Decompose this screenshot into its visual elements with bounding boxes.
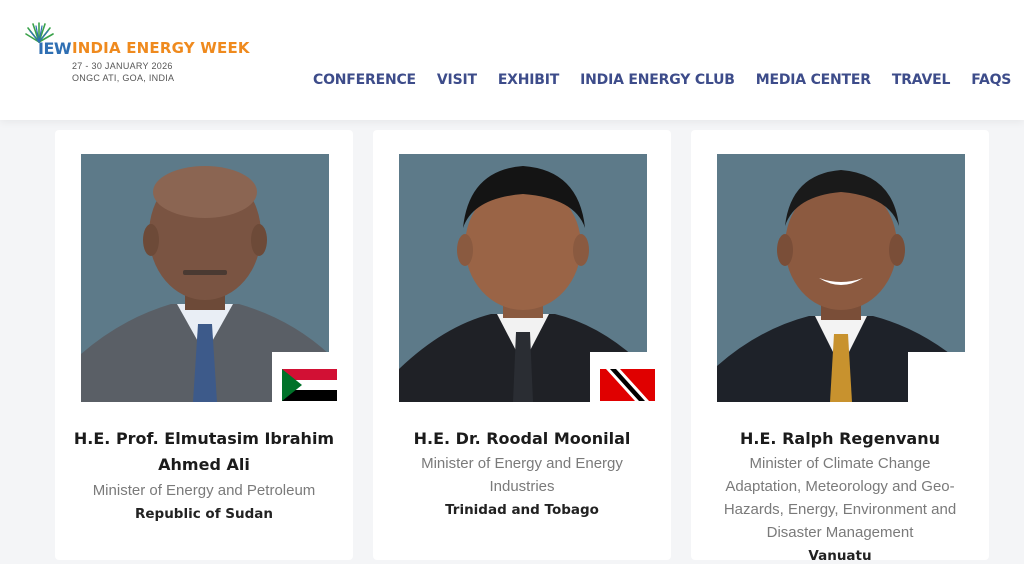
speaker-name: H.E. Ralph Regenvanu: [701, 426, 979, 452]
speaker-card[interactable]: H.E. Dr. Roodal Moonilal Minister of Ene…: [373, 130, 671, 560]
speaker-card[interactable]: H.E. Ralph Regenvanu Minister of Climate…: [691, 130, 989, 564]
speaker-card[interactable]: H.E. Prof. Elmutasim Ibrahim Ahmed Ali M…: [55, 130, 353, 560]
speaker-role: Minister of Energy and Petroleum: [92, 482, 316, 499]
main-nav: CONFERENCE VISIT EXHIBIT INDIA ENERGY CL…: [313, 72, 1011, 88]
nav-faqs[interactable]: FAQS: [971, 72, 1011, 88]
nav-media-center[interactable]: MEDIA CENTER: [756, 72, 871, 88]
speaker-country: Vanuatu: [808, 548, 872, 564]
speaker-name-line: H.E. Ralph Regenvanu: [740, 429, 940, 448]
trinidad-flag-icon: [600, 369, 655, 401]
event-venue: ONGC ATI, GOA, INDIA: [72, 73, 175, 83]
nav-visit[interactable]: VISIT: [437, 72, 477, 88]
speaker-role-line: Adaptation, Meteorology and Geo-: [725, 478, 955, 495]
speaker-name: H.E. Dr. Roodal Moonilal: [383, 426, 661, 452]
nav-exhibit[interactable]: EXHIBIT: [498, 72, 560, 88]
nav-travel[interactable]: TRAVEL: [892, 72, 951, 88]
speaker-name: H.E. Prof. Elmutasim Ibrahim Ahmed Ali: [65, 426, 343, 478]
country-flag-box: [272, 352, 348, 418]
logo-short: IEW: [38, 39, 72, 58]
event-dates: 27 - 30 JANUARY 2026: [72, 61, 173, 71]
sudan-flag-icon: [282, 369, 337, 401]
country-flag-box: [590, 352, 666, 418]
speaker-role-line: Minister of Energy and Energy: [421, 455, 623, 472]
nav-conference[interactable]: CONFERENCE: [313, 72, 416, 88]
speaker-name-line: H.E. Dr. Roodal Moonilal: [413, 429, 631, 448]
vanuatu-flag-icon: [918, 369, 973, 401]
speaker-role-line: Disaster Management: [766, 524, 914, 541]
speaker-role-line: Minister of Climate Change: [749, 455, 931, 472]
speaker-role: Minister of Climate Change Adaptation, M…: [701, 452, 979, 544]
speaker-role-line: Industries: [489, 478, 555, 495]
speaker-name-line: H.E. Prof. Elmutasim Ibrahim: [73, 429, 335, 448]
country-flag-box: [908, 352, 984, 418]
iew-logo[interactable]: IEW INDIA ENERGY WEEK 27 - 30 JANUARY 20…: [22, 22, 252, 92]
site-header: IEW INDIA ENERGY WEEK 27 - 30 JANUARY 20…: [0, 0, 1024, 120]
speaker-role-line: Hazards, Energy, Environment and: [723, 501, 957, 518]
speaker-cards: H.E. Prof. Elmutasim Ibrahim Ahmed Ali M…: [0, 120, 1024, 564]
nav-india-energy-club[interactable]: INDIA ENERGY CLUB: [580, 72, 735, 88]
speaker-country: Republic of Sudan: [134, 506, 273, 522]
logo-title: INDIA ENERGY WEEK: [72, 39, 250, 57]
speaker-name-line: Ahmed Ali: [158, 455, 250, 474]
speaker-role: Minister of Energy and Energy Industries: [383, 452, 661, 498]
speaker-country: Trinidad and Tobago: [445, 502, 599, 518]
